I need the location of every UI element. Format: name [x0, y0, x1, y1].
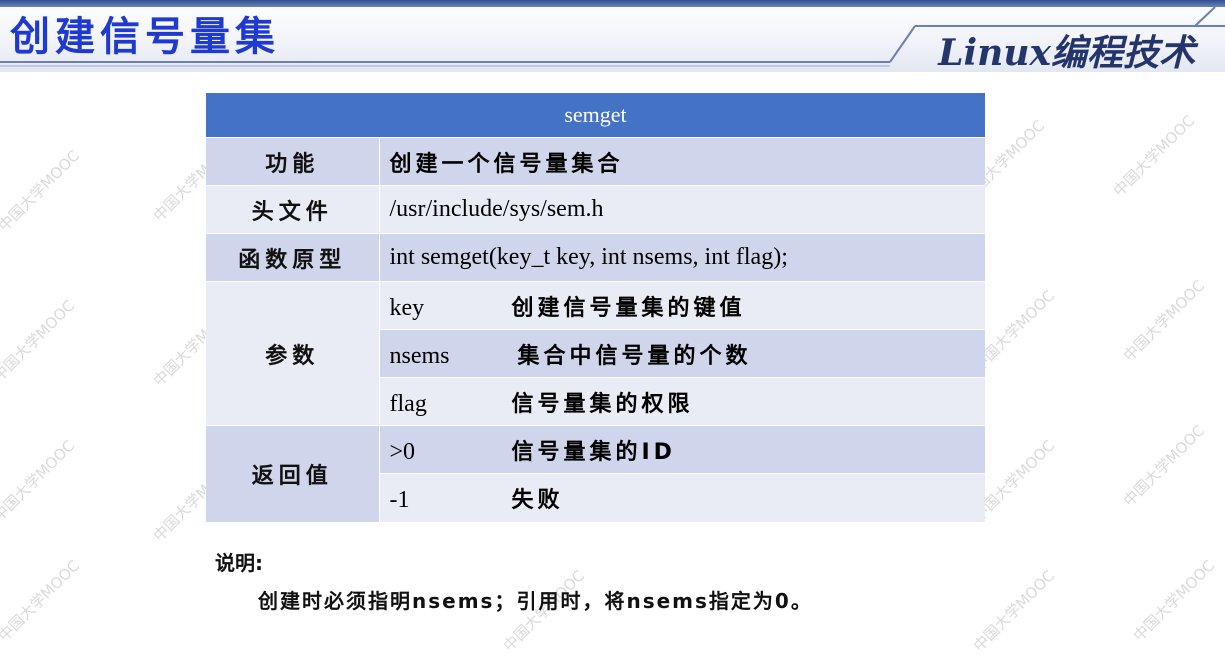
notes-text: 创建时必须指明nsems；引用时，将nsems指定为0。: [258, 589, 813, 613]
return-value: -1: [389, 486, 410, 513]
watermark: 中国大学MOOC: [0, 556, 84, 646]
watermark: 中国大学MOOC: [1119, 421, 1209, 511]
semget-api-table: semget 功能 创建一个信号量集合 头文件 /usr/include/sys…: [206, 92, 985, 522]
watermark: 中国大学MOOC: [0, 146, 84, 236]
table-row-header-file: 头文件 /usr/include/sys/sem.h: [206, 185, 985, 234]
header-file-path: /usr/include/sys/sem.h: [378, 185, 985, 234]
row-value: 创建一个信号量集合: [378, 137, 985, 186]
watermark: 中国大学MOOC: [1119, 276, 1209, 366]
function-description: 创建一个信号量集合: [389, 151, 624, 177]
course-brand: Linux编程技术: [938, 32, 1195, 74]
function-name-header: semget: [206, 92, 985, 138]
param-entry: flag 信号量集的权限: [378, 377, 985, 426]
table-row-return: 返回值 >0 信号量集的ID: [206, 425, 985, 522]
param-description: 创建信号量集的键值: [511, 295, 746, 321]
return-value: >0: [389, 438, 416, 465]
row-label: 功能: [206, 137, 379, 186]
function-prototype: int semget(key_t key, int nsems, int fla…: [378, 233, 985, 282]
notes-heading: 说明:: [215, 551, 263, 575]
param-name: nsems: [389, 342, 450, 369]
return-description: 信号量集的ID: [511, 439, 676, 465]
return-entry: -1 失败: [378, 473, 985, 522]
param-name: flag: [389, 390, 427, 417]
param-description: 信号量集的权限: [511, 391, 694, 417]
table-row-function: 功能 创建一个信号量集合: [206, 137, 985, 186]
watermark: 中国大学MOOC: [0, 436, 79, 526]
table-row-prototype: 函数原型 int semget(key_t key, int nsems, in…: [206, 233, 985, 282]
row-label: 函数原型: [206, 233, 379, 282]
return-entry: >0 信号量集的ID: [378, 425, 985, 474]
row-label: 头文件: [206, 185, 379, 234]
slide-title: 创建信号量集: [10, 14, 280, 60]
return-description: 失败: [511, 487, 564, 513]
watermark: 中国大学MOOC: [0, 296, 79, 386]
param-entry: key 创建信号量集的键值: [378, 281, 985, 330]
param-description: 集合中信号量的个数: [517, 343, 752, 369]
watermark: 中国大学MOOC: [1129, 556, 1219, 646]
table-row-param: 参数 key 创建信号量集的键值: [206, 281, 985, 426]
watermark: 中国大学MOOC: [969, 566, 1059, 656]
table-header-row: semget: [206, 92, 985, 138]
param-entry: nsems 集合中信号量的个数: [378, 329, 985, 378]
row-label: 返回值: [206, 425, 379, 522]
row-label: 参数: [206, 281, 379, 426]
param-name: key: [389, 294, 425, 321]
watermark: 中国大学MOOC: [1109, 111, 1199, 201]
